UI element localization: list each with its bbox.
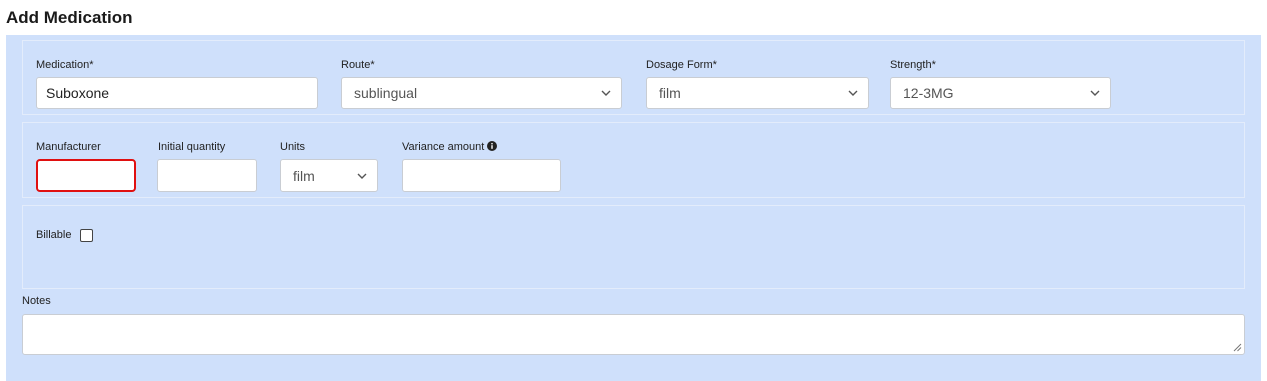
strength-label: Strength* [890,59,936,71]
dosage-form-select[interactable]: film [646,77,869,109]
variance-amount-label-text: Variance amount [402,141,485,153]
add-medication-form: Medication* Route* sublingual Dosage For… [6,35,1261,381]
inventory-section: Manufacturer Initial quantity Units film… [22,122,1245,198]
strength-select[interactable]: 12-3MG [890,77,1111,109]
route-select-value: sublingual [354,85,418,101]
units-select-value: film [293,168,315,184]
notes-label: Notes [22,295,51,307]
medication-details-section: Medication* Route* sublingual Dosage For… [22,40,1245,115]
page-title: Add Medication [6,8,133,27]
units-label: Units [280,141,306,153]
medication-label: Medication* [36,59,94,71]
chevron-down-icon [1090,90,1100,96]
chevron-down-icon [357,173,367,179]
initial-quantity-label: Initial quantity [158,141,226,153]
resize-grip-icon[interactable] [1233,343,1242,352]
manufacturer-label: Manufacturer [36,141,101,153]
chevron-down-icon [601,90,611,96]
route-select[interactable]: sublingual [341,77,622,109]
notes-textarea[interactable] [22,314,1245,355]
info-circle-icon[interactable] [487,141,498,151]
units-select[interactable]: film [280,159,378,192]
chevron-down-icon [848,90,858,96]
billing-section: Billable [22,205,1245,289]
strength-select-value: 12-3MG [903,85,954,101]
manufacturer-input[interactable] [36,159,136,192]
dosage-form-select-value: film [659,85,681,101]
billable-label: Billable [36,229,72,241]
dosage-form-label: Dosage Form* [646,59,717,71]
variance-amount-input[interactable] [402,159,561,192]
medication-input[interactable] [36,77,318,109]
initial-quantity-input[interactable] [157,159,257,192]
billable-checkbox[interactable] [80,229,93,242]
variance-amount-label: Variance amount [402,141,498,153]
route-label: Route* [341,59,375,71]
